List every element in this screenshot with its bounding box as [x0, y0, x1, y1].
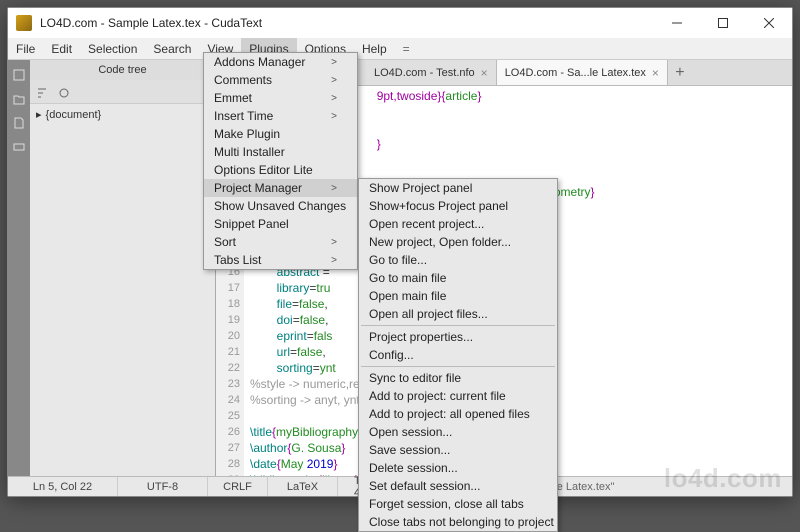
submenu-item[interactable]: New project, Open folder...: [359, 233, 557, 251]
submenu-item[interactable]: Show Project panel: [359, 179, 557, 197]
code-tree: ▸ {document}: [30, 104, 215, 476]
watermark: lo4d.com: [664, 463, 782, 494]
window-title: LO4D.com - Sample Latex.tex - CudaText: [40, 16, 654, 30]
snippet-icon[interactable]: [13, 116, 25, 128]
tree-root-item[interactable]: ▸ {document}: [36, 108, 209, 121]
menu-help[interactable]: Help: [354, 38, 395, 59]
menu-file[interactable]: File: [8, 38, 43, 59]
submenu-item[interactable]: Open main file: [359, 287, 557, 305]
menu-more-icon[interactable]: =: [395, 38, 418, 59]
submenu-item[interactable]: Add to project: all opened files: [359, 405, 557, 423]
sort-icon[interactable]: [36, 86, 48, 98]
tab-label: LO4D.com - Sa...le Latex.tex: [505, 67, 646, 79]
submenu-item[interactable]: Sync to editor file: [359, 369, 557, 387]
status-language[interactable]: LaTeX: [268, 477, 338, 496]
submenu-item[interactable]: Set default session...: [359, 477, 557, 495]
status-position[interactable]: Ln 5, Col 22: [8, 477, 118, 496]
plugins-item[interactable]: Snippet Panel: [204, 215, 357, 233]
submenu-item[interactable]: Project properties...: [359, 328, 557, 346]
plugins-item[interactable]: Multi Installer: [204, 143, 357, 161]
minimize-button[interactable]: [654, 8, 700, 38]
submenu-item[interactable]: Go to main file: [359, 269, 557, 287]
new-tab-button[interactable]: +: [668, 60, 692, 85]
tab-label: LO4D.com - Test.nfo: [374, 67, 475, 79]
plugins-item[interactable]: Make Plugin: [204, 125, 357, 143]
submenu-item[interactable]: Go to file...: [359, 251, 557, 269]
tab-test-nfo[interactable]: LO4D.com - Test.nfo ×: [366, 60, 497, 85]
plugins-item[interactable]: Comments>: [204, 71, 357, 89]
project-icon[interactable]: [13, 92, 25, 104]
plugins-dropdown: Addons Manager>Comments>Emmet>Insert Tim…: [203, 52, 358, 270]
submenu-item[interactable]: Save session...: [359, 441, 557, 459]
plugins-item[interactable]: Project Manager>: [204, 179, 357, 197]
close-button[interactable]: [746, 8, 792, 38]
status-eol[interactable]: CRLF: [208, 477, 268, 496]
status-encoding[interactable]: UTF-8: [118, 477, 208, 496]
submenu-item[interactable]: Config...: [359, 346, 557, 364]
menu-edit[interactable]: Edit: [43, 38, 80, 59]
submenu-item[interactable]: Open recent project...: [359, 215, 557, 233]
app-icon: [16, 15, 32, 31]
menu-selection[interactable]: Selection: [80, 38, 145, 59]
maximize-button[interactable]: [700, 8, 746, 38]
plugins-item[interactable]: Show Unsaved Changes: [204, 197, 357, 215]
submenu-item[interactable]: Open all project files...: [359, 305, 557, 323]
close-icon[interactable]: ×: [652, 66, 659, 80]
tree-icon[interactable]: [13, 68, 25, 80]
filter-icon[interactable]: [58, 86, 70, 98]
plugins-item[interactable]: Emmet>: [204, 89, 357, 107]
side-panel: Code tree ▸ {document}: [30, 60, 216, 476]
submenu-item[interactable]: Forget session, close all tabs: [359, 495, 557, 513]
sidepanel-title: Code tree: [30, 60, 215, 80]
titlebar: LO4D.com - Sample Latex.tex - CudaText: [8, 8, 792, 38]
tree-item-label: {document}: [46, 109, 102, 121]
submenu-item[interactable]: Open session...: [359, 423, 557, 441]
tab-sample-latex[interactable]: LO4D.com - Sa...le Latex.tex ×: [497, 60, 668, 85]
menubar: File Edit Selection Search View Plugins …: [8, 38, 792, 60]
sidepanel-toolbar: [30, 80, 215, 104]
expand-icon[interactable]: ▸: [36, 108, 42, 121]
project-manager-submenu: Show Project panelShow+focus Project pan…: [358, 178, 558, 532]
submenu-item[interactable]: Show+focus Project panel: [359, 197, 557, 215]
tabs-icon[interactable]: [13, 140, 25, 152]
submenu-item[interactable]: Add to project: current file: [359, 387, 557, 405]
plugins-item[interactable]: Tabs List>: [204, 251, 357, 269]
plugins-item[interactable]: Addons Manager>: [204, 53, 357, 71]
menu-search[interactable]: Search: [145, 38, 199, 59]
close-icon[interactable]: ×: [481, 66, 488, 80]
plugins-item[interactable]: Sort>: [204, 233, 357, 251]
plugins-item[interactable]: Insert Time>: [204, 107, 357, 125]
submenu-item[interactable]: Delete session...: [359, 459, 557, 477]
plugins-item[interactable]: Options Editor Lite: [204, 161, 357, 179]
submenu-item[interactable]: Close tabs not belonging to project: [359, 513, 557, 531]
left-sidebar: [8, 60, 30, 476]
